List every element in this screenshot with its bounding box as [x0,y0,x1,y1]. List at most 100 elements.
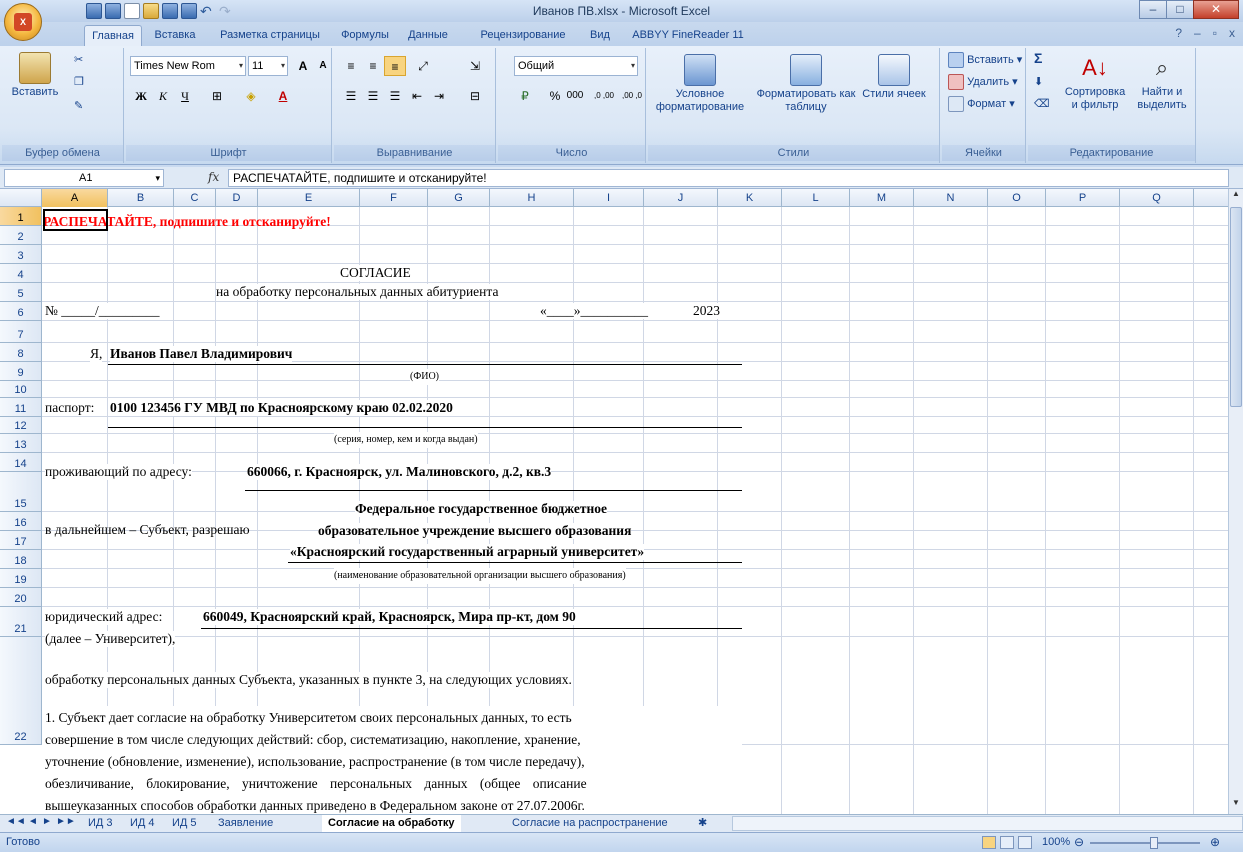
sheet-tab-consent-processing[interactable]: Согласие на обработку [322,815,461,832]
sheet-tab-consent-distribution[interactable]: Согласие на распространение [506,815,674,832]
column-header-n[interactable]: N [914,189,988,207]
cell-passport-value[interactable]: 0100 123456 ГУ МВД по Красноярскому краю… [110,400,453,416]
row-header-7[interactable]: 7 [0,321,42,343]
column-header-e[interactable]: E [258,189,360,207]
help-icon[interactable]: ? [1175,26,1182,40]
tab-data[interactable]: Данные [400,25,456,46]
cell-legal-address-value[interactable]: 660049, Красноярский край, Красноярск, М… [203,609,576,625]
row-header-8[interactable]: 8 [0,343,42,362]
increase-decimal-button[interactable]: ,0 ,00 [590,86,618,106]
cell-university-note[interactable]: (далее – Университет), [45,631,176,647]
fill-icon[interactable]: ⬇ [1034,76,1043,89]
sort-filter-button[interactable]: A↓ Сортировка и фильтр [1062,52,1128,112]
align-left-icon[interactable]: ☰ [340,86,362,106]
row-header-9[interactable]: 9 [0,362,42,381]
horizontal-scrollbar[interactable] [732,816,1243,831]
insert-function-button[interactable]: fx [208,170,219,184]
row-header-22[interactable]: 22 [0,637,42,745]
vertical-scrollbar[interactable]: ▲ ▼ [1228,189,1243,814]
formula-input[interactable]: РАСПЕЧАТАЙТЕ, подпишите и отсканируйте! [228,169,1229,187]
cell-consent-paragraph[interactable]: 1. Субъект дает согласие на обработку Ун… [42,706,742,814]
percent-button[interactable]: % [544,86,566,106]
cell-passport-label[interactable]: паспорт: [45,400,95,416]
tab-formulas[interactable]: Формулы [334,25,396,46]
bold-button[interactable]: Ж [130,86,152,106]
row-header-3[interactable]: 3 [0,245,42,264]
next-sheet-icon[interactable]: ► [42,816,52,827]
cell-subject-label[interactable]: в дальнейшем – Субъект, разрешаю [45,522,288,538]
row-header-4[interactable]: 4 [0,264,42,283]
conditional-formatting-button[interactable]: Условное форматирование [652,54,748,114]
delete-cells-button[interactable]: Удалить ▾ [948,74,1018,90]
fill-color-icon[interactable]: ◈ [240,86,262,106]
align-center-icon[interactable]: ☰ [362,86,384,106]
underline-button[interactable]: Ч [174,86,196,106]
font-name-select[interactable]: Times New Rom ▾ [130,56,246,76]
cell-year[interactable]: 2023 [693,303,720,319]
paste-button[interactable]: Вставить [10,52,60,99]
cell-address-value[interactable]: 660066, г. Красноярск, ул. Малиновского,… [247,464,552,480]
column-header-g[interactable]: G [428,189,490,207]
cell-address-label[interactable]: проживающий по адресу: [45,464,192,480]
minimize-icon[interactable]: – [1139,0,1167,19]
cell-subtitle[interactable]: на обработку персональных данных абитури… [216,284,499,300]
font-size-select[interactable]: 11 ▾ [248,56,288,76]
italic-button[interactable]: К [152,86,174,106]
currency-icon[interactable]: ₽ [514,86,536,106]
row-header-16[interactable]: 16 [0,512,42,531]
row-header-1[interactable]: 1 [0,207,42,226]
borders-icon[interactable]: ⊞ [206,86,228,106]
tab-review[interactable]: Рецензирование [468,25,578,46]
column-header-m[interactable]: M [850,189,914,207]
number-format-select[interactable]: Общий ▾ [514,56,638,76]
row-header-17[interactable]: 17 [0,531,42,550]
clear-icon[interactable]: ⌫ [1034,98,1050,111]
align-bottom-icon[interactable]: ≡ [384,56,406,76]
row-header-12[interactable]: 12 [0,417,42,434]
row-header-13[interactable]: 13 [0,434,42,453]
first-sheet-icon[interactable]: ◄◄ [6,816,26,827]
font-color-icon[interactable]: A [272,86,294,106]
autosum-button[interactable]: Σ [1034,51,1042,65]
cell-styles-button[interactable]: Стили ячеек [862,54,926,101]
column-header-i[interactable]: I [574,189,644,207]
format-painter-icon[interactable]: ✎ [74,100,83,113]
name-box[interactable]: A1 ▾ [4,169,164,187]
insert-cells-button[interactable]: Вставить ▾ [948,52,1022,68]
row-header-10[interactable]: 10 [0,381,42,398]
sheet-tab-id4[interactable]: ИД 4 [124,815,161,832]
wrap-text-icon[interactable]: ⇲ [464,56,486,76]
row-header-6[interactable]: 6 [0,302,42,321]
copy-icon[interactable]: ❐ [74,76,84,89]
sheet-tab-application[interactable]: Заявление [212,815,279,832]
orientation-icon[interactable]: ⤢ [412,56,434,76]
tab-page-layout[interactable]: Разметка страницы [214,25,326,46]
cell-org-line2[interactable]: образовательное учреждение высшего образ… [318,523,632,539]
cut-icon[interactable]: ✂ [74,54,83,67]
cell-org-hint[interactable]: (наименование образовательной организаци… [334,568,626,584]
align-middle-icon[interactable]: ≡ [362,56,384,76]
scroll-up-icon[interactable]: ▲ [1229,189,1243,205]
zoom-level[interactable]: 100% [1042,836,1070,848]
select-all-corner[interactable] [0,189,42,207]
row-header-19[interactable]: 19 [0,569,42,588]
column-header-d[interactable]: D [216,189,258,207]
office-button[interactable]: X [4,3,42,41]
tab-abbyy[interactable]: ABBYY FineReader 11 [624,25,752,46]
zoom-slider-thumb[interactable] [1150,837,1158,849]
column-header-c[interactable]: C [174,189,216,207]
row-header-11[interactable]: 11 [0,398,42,417]
row-header-14[interactable]: 14 [0,453,42,472]
zoom-out-icon[interactable]: ⊖ [1074,835,1084,849]
cell-fio-hint[interactable]: (ФИО) [410,369,440,385]
normal-view-icon[interactable] [982,836,996,849]
restore-icon[interactable]: ▫ [1213,26,1217,40]
column-header-l[interactable]: L [782,189,850,207]
tab-insert[interactable]: Вставка [144,25,206,46]
merge-center-icon[interactable]: ⊟ [464,86,486,106]
prev-sheet-icon[interactable]: ◄ [28,816,38,827]
close-icon[interactable]: ✕ [1193,0,1239,19]
column-header-j[interactable]: J [644,189,718,207]
cell-title[interactable]: СОГЛАСИЕ [340,265,411,281]
format-cells-button[interactable]: Формат ▾ [948,96,1015,112]
